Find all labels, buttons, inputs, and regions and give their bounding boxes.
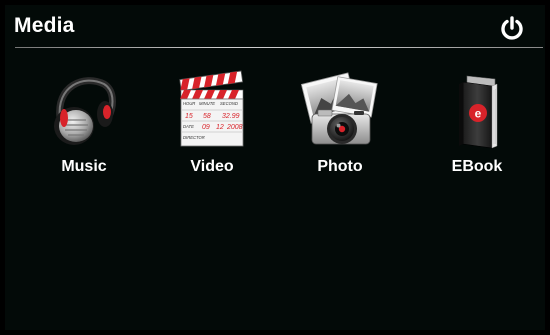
clap-director-label: DIRECTOR — [183, 135, 205, 140]
ebook-icon: e — [459, 75, 498, 149]
app-label-photo: Photo — [317, 158, 363, 175]
app-video[interactable]: HOUR MINUTE SECOND 15 58 32.99 09 12 200… — [157, 70, 267, 190]
clap-second-value: 32.99 — [222, 113, 240, 120]
clap-minute-value: 58 — [203, 113, 211, 120]
app-label-video: Video — [190, 158, 234, 175]
page-title: Media — [14, 14, 75, 37]
app-photo[interactable]: Photo — [285, 70, 395, 190]
app-label-music: Music — [61, 158, 107, 175]
power-icon[interactable] — [498, 15, 526, 43]
clap-month-value: 12 — [216, 124, 224, 131]
svg-text:e: e — [475, 107, 482, 121]
media-screen: Media Music HOUR MINUTE SECOND 15 58 32.… — [5, 5, 545, 330]
clap-hour-value: 15 — [185, 113, 193, 120]
app-label-ebook: EBook — [451, 158, 503, 175]
header-divider — [15, 47, 543, 48]
camera-photos-icon — [300, 72, 378, 145]
clap-minute-label: MINUTE — [199, 101, 215, 106]
app-ebook[interactable]: e EBook — [422, 70, 532, 190]
app-music[interactable]: Music — [29, 70, 139, 190]
clap-day-value: 09 — [202, 124, 210, 131]
clap-date-label: DATE — [183, 124, 194, 129]
device-frame: Media Music HOUR MINUTE SECOND 15 58 32.… — [0, 0, 550, 335]
clapperboard-icon: HOUR MINUTE SECOND 15 58 32.99 09 12 200… — [179, 70, 244, 147]
headphones-icon — [54, 77, 116, 145]
clap-year-value: 2008 — [226, 124, 243, 131]
clap-second-label: SECOND — [220, 101, 238, 106]
header-bar: Media — [5, 5, 545, 49]
clap-hour-label: HOUR — [183, 101, 195, 106]
